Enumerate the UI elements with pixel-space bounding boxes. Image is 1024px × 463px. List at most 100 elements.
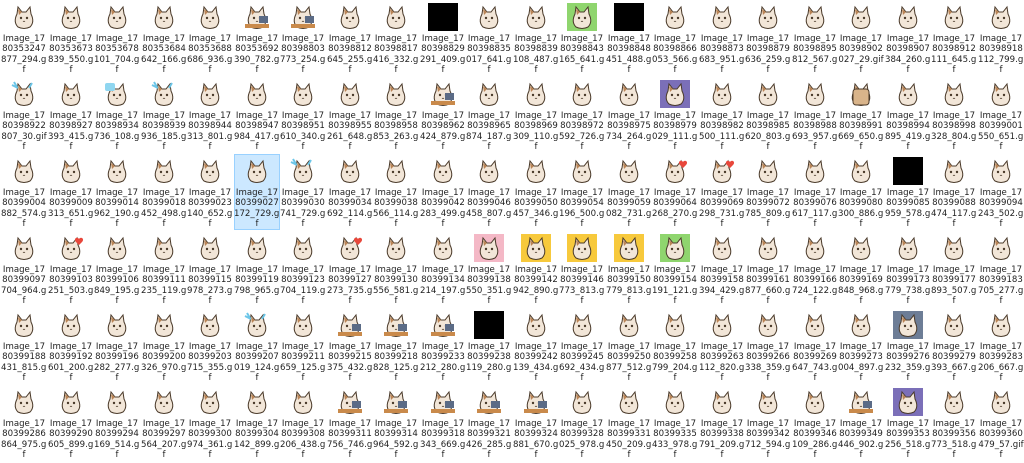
file-item[interactable]: Image_17 80399338 791_209.gi f [699,385,745,461]
file-item[interactable]: Image_17 80398907 384_260.gi f [885,0,931,76]
file-item[interactable]: Image_17 80399233 212_280.gi f [420,308,466,384]
file-item[interactable]: Image_17 80399050 457_346.gi f [513,154,559,230]
file-item[interactable]: Image_17 80399297 564_207.gi f [141,385,187,461]
file-item[interactable]: Image_17 80399014 962_190.gi f [94,154,140,230]
file-item[interactable]: Image_17 80399158 394_429.gi f [699,231,745,307]
file-item[interactable]: Image_17 80399059 082_731.gi f [606,154,652,230]
file-item[interactable]: Image_17 80399138 550_351.gi f [466,231,512,307]
file-item[interactable]: Image_17 80398927 393_415.gi f [48,77,94,153]
file-item[interactable]: Image_17 80398975 734_264.gi f [606,77,652,153]
file-item[interactable]: Image_17 80398922 807_30.gif f [1,77,47,153]
file-item[interactable]: Image_17 80399177 893_507.gi f [931,231,977,307]
file-item[interactable]: Image_17 80399018 452_498.gi f [141,154,187,230]
file-item[interactable]: Image_17 80399279 393_667.gi f [931,308,977,384]
file-item[interactable]: Image_17 80399196 282_277.gi f [94,308,140,384]
file-item[interactable]: Image_17 80399300 974_361.gi f [187,385,233,461]
file-item[interactable]: Image_17 80399027 172_729.gi f [234,154,280,230]
file-item[interactable]: Image_17 80398812 645_255.gi f [327,0,373,76]
file-item[interactable]: Image_17 80399250 877_512.gi f [606,308,652,384]
file-item[interactable]: Image_17 80399290 605_899.gi f [48,385,94,461]
file-item[interactable]: Image_17 80399064 268_270.gi f [652,154,698,230]
file-item[interactable]: Image_17 80399218 828_125.gi f [373,308,419,384]
file-item[interactable]: Image_17 80399001 550_651.gi f [978,77,1024,153]
file-item[interactable]: Image_17 80399072 785_809.gi f [745,154,791,230]
file-item[interactable]: Image_17 80398979 029_111.gi f [652,77,698,153]
file-item[interactable]: Image_17 80398835 017_641.gi f [466,0,512,76]
file-item[interactable]: Image_17 80399349 446_902.gi f [838,385,884,461]
file-item[interactable]: Image_17 80399119 798_965.gi f [234,231,280,307]
file-item[interactable]: Image_17 80399130 556_581.gi f [373,231,419,307]
file-item[interactable]: Image_17 80399023 140_652.gi f [187,154,233,230]
file-item[interactable]: Image_17 80399088 474_117.gi f [931,154,977,230]
file-item[interactable]: Image_17 80399069 298_731.gi f [699,154,745,230]
file-item[interactable]: Image_17 80399123 704_119.gi f [280,231,326,307]
file-item[interactable]: Image_17 80398962 424_879.gi f [420,77,466,153]
file-item[interactable]: Image_17 80398934 736_108.gi f [94,77,140,153]
file-item[interactable]: Image_17 80398843 165_641.gi f [559,0,605,76]
file-item[interactable]: Image_17 80398895 812_567.gi f [792,0,838,76]
file-item[interactable]: Image_17 80399269 647_743.gi f [792,308,838,384]
file-item[interactable]: Image_17 80398939 936_185.gi f [141,77,187,153]
file-item[interactable]: Image_17 80398944 313_801.gi f [187,77,233,153]
file-item[interactable]: Image_17 80399054 196_500.gi f [559,154,605,230]
file-item[interactable]: Image_17 80399009 313_651.gi f [48,154,94,230]
file-item[interactable]: Image_17 80399266 338_359.gi f [745,308,791,384]
file-item[interactable]: Image_17 80399245 692_434.gi f [559,308,605,384]
file-item[interactable]: Image_17 80399294 169_514.gi f [94,385,140,461]
file-item[interactable]: Image_17 80399238 119_280.gi f [466,308,512,384]
file-item[interactable]: Image_17 80399103 251_503.gi f [48,231,94,307]
file-item[interactable]: Image_17 80399321 426_285.gi f [466,385,512,461]
file-item[interactable]: Image_17 80399215 375_432.gi f [327,308,373,384]
file-item[interactable]: Image_17 80399324 881_670.gi f [513,385,559,461]
file-item[interactable]: Image_17 80398918 112_799.gi f [978,0,1024,76]
file-item[interactable]: Image_17 80398988 693_957.gi f [792,77,838,153]
file-item[interactable]: Image_17 80398998 328_804.gi f [931,77,977,153]
file-item[interactable]: Image_17 80399169 848_968.gi f [838,231,884,307]
file-item[interactable]: Image_17 80398817 416_332.gi f [373,0,419,76]
file-item[interactable]: Image_17 80399004 882_574.gi f [1,154,47,230]
file-item[interactable]: Image_17 80399263 112_820.gi f [699,308,745,384]
file-item[interactable]: Image_17 80399115 978_273.gi f [187,231,233,307]
file-item[interactable]: Image_17 80398994 895_419.gi f [885,77,931,153]
file-item[interactable]: Image_17 80399258 799_204.gi f [652,308,698,384]
file-item[interactable]: Image_17 80353678 101_704.gi f [94,0,140,76]
file-item[interactable]: Image_17 80399331 450_209.gi f [606,385,652,461]
file-item[interactable]: Image_17 80399154 191_121.gi f [652,231,698,307]
file-item[interactable]: Image_17 80399211 659_125.gi f [280,308,326,384]
file-item[interactable]: Image_17 80353688 686_936.gi f [187,0,233,76]
file-item[interactable]: Image_17 80399346 109_286.gi f [792,385,838,461]
file-item[interactable]: Image_17 80399046 458_807.gi f [466,154,512,230]
file-item[interactable]: Image_17 80399150 779_813.gi f [606,231,652,307]
file-item[interactable]: Image_17 80399203 715_355.gi f [187,308,233,384]
file-item[interactable]: Image_17 80353247 877_294.gi f [1,0,47,76]
file-item[interactable]: Image_17 80399097 704_964.gi f [1,231,47,307]
file-item[interactable]: Image_17 80399335 433_978.gi f [652,385,698,461]
file-item[interactable]: Image_17 80399188 431_815.gi f [1,308,47,384]
file-item[interactable]: Image_17 80353692 390_782.gi f [234,0,280,76]
file-item[interactable]: Image_17 80399286 864_975.gi f [1,385,47,461]
file-item[interactable]: Image_17 80398873 683_951.gi f [699,0,745,76]
file-item[interactable]: Image_17 80399314 964_592.gi f [373,385,419,461]
file-item[interactable]: Image_17 80399111 235_119.gi f [141,231,187,307]
file-item[interactable]: Image_17 80399080 300_886.gi f [838,154,884,230]
file-item[interactable]: Image_17 80399342 712_594.gi f [745,385,791,461]
file-item[interactable]: Image_17 80399085 959_578.gi f [885,154,931,230]
file-item[interactable]: Image_17 80399106 849_195.gi f [94,231,140,307]
file-item[interactable]: Image_17 80399360 479_57.gif f [978,385,1024,461]
file-item[interactable]: Image_17 80399030 741_729.gi f [280,154,326,230]
file-item[interactable]: Image_17 80398955 261_648.gi f [327,77,373,153]
file-item[interactable]: Image_17 80398985 620_803.gi f [745,77,791,153]
file-item[interactable]: Image_17 80398969 309_110.gi f [513,77,559,153]
file-item[interactable]: Image_17 80398947 984_417.gi f [234,77,280,153]
file-item[interactable]: Image_17 80399308 206_438.gi f [280,385,326,461]
file-item[interactable]: Image_17 80399276 232_359.gi f [885,308,931,384]
file-item[interactable]: Image_17 80398829 291_409.gi f [420,0,466,76]
file-item[interactable]: Image_17 80399134 214_197.gi f [420,231,466,307]
file-item[interactable]: Image_17 80398991 669_650.gi f [838,77,884,153]
file-item[interactable]: Image_17 80399200 326_970.gi f [141,308,187,384]
file-item[interactable]: Image_17 80399166 724_122.gi f [792,231,838,307]
file-item[interactable]: Image_17 80398848 451_488.gi f [606,0,652,76]
file-item[interactable]: Image_17 80399142 942_890.gi f [513,231,559,307]
file-item[interactable]: Image_17 80399356 773_518.gi f [931,385,977,461]
file-item[interactable]: Image_17 80398879 636_259.gi f [745,0,791,76]
